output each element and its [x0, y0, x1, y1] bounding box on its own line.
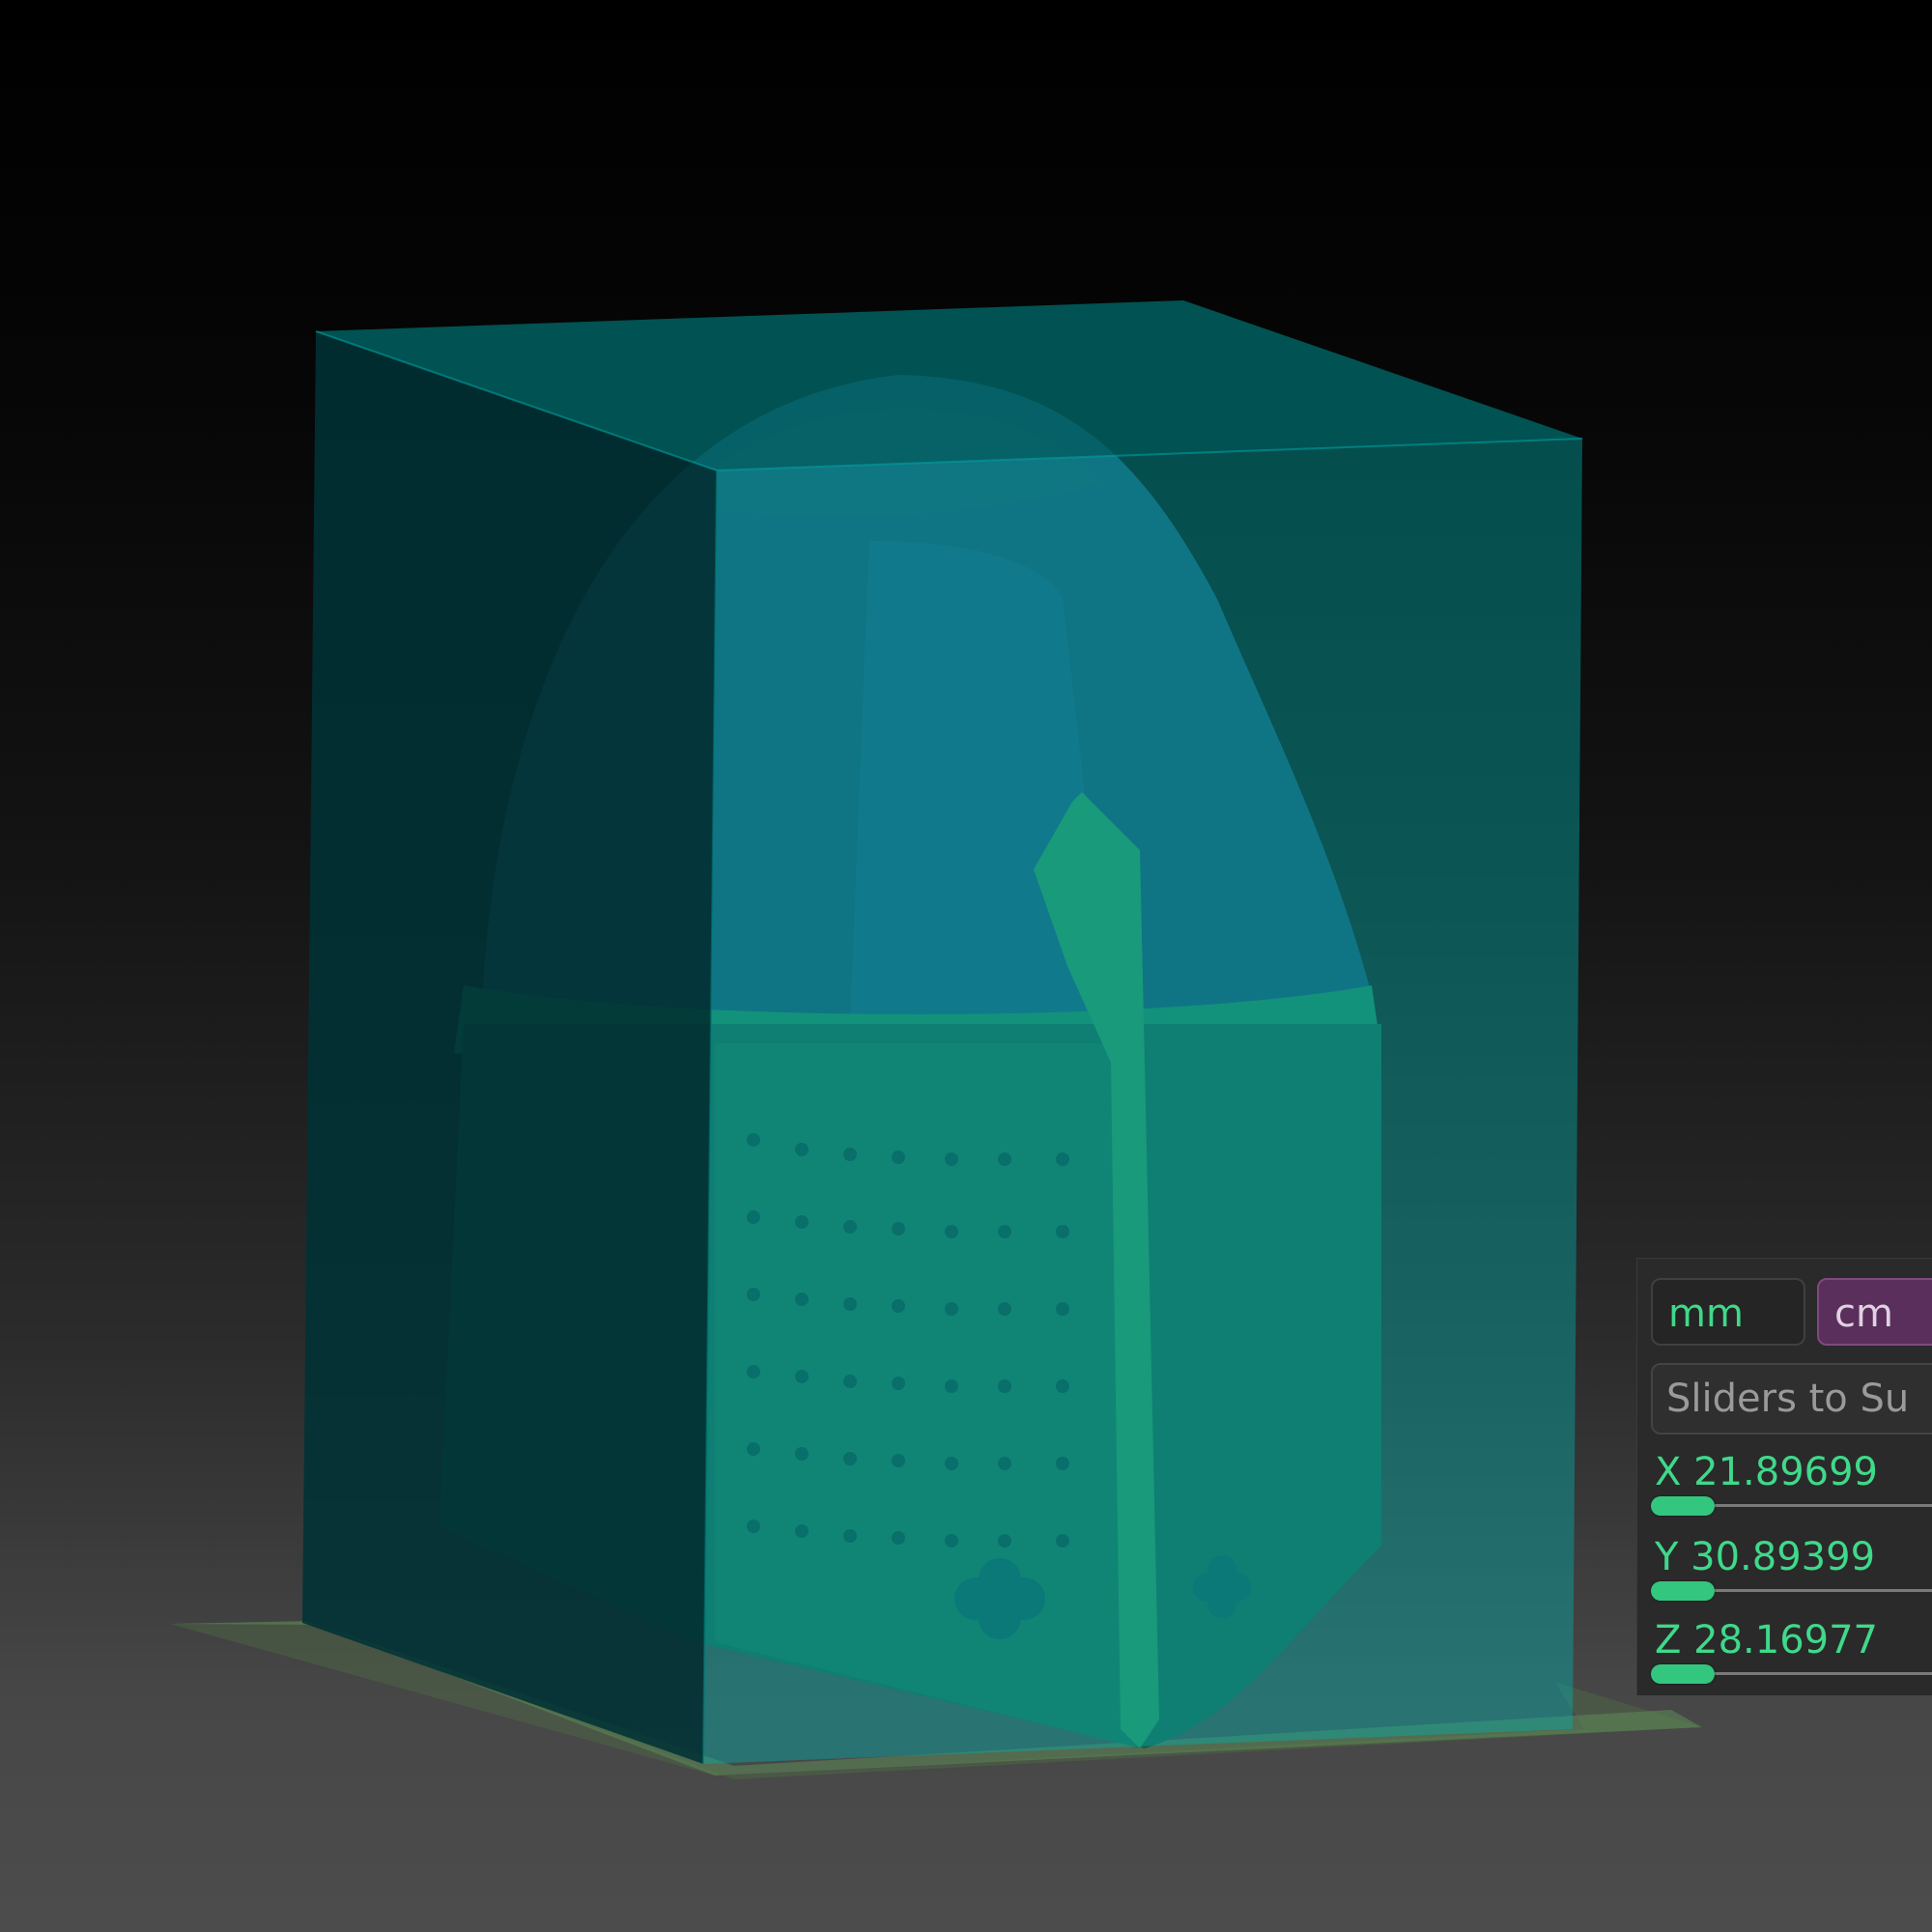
- y-size-label: Y 30.89399: [1655, 1535, 1876, 1579]
- cm-unit-button[interactable]: cm: [1817, 1278, 1932, 1346]
- x-size-value: 21.89699: [1693, 1450, 1878, 1494]
- y-slider-knob[interactable]: [1651, 1581, 1715, 1601]
- x-size-label: X 21.89699: [1655, 1450, 1878, 1494]
- y-size-slider[interactable]: Y 30.89399: [1651, 1533, 1932, 1610]
- y-size-value: 30.89399: [1690, 1535, 1876, 1579]
- bounding-box: [302, 300, 1583, 1765]
- mm-unit-button[interactable]: mm: [1651, 1278, 1805, 1346]
- z-slider-knob[interactable]: [1651, 1664, 1715, 1684]
- z-size-label: Z 28.16977: [1655, 1618, 1878, 1662]
- x-size-slider[interactable]: X 21.89699: [1651, 1448, 1932, 1525]
- z-size-value: 28.16977: [1693, 1618, 1878, 1662]
- z-size-slider[interactable]: Z 28.16977: [1651, 1616, 1932, 1693]
- sliders-to-subtool-button[interactable]: Sliders to Su: [1651, 1363, 1932, 1435]
- 3d-viewport[interactable]: mm cm Sliders to Su X 21.89699 Y 30.8939…: [0, 0, 1932, 1932]
- x-slider-knob[interactable]: [1651, 1496, 1715, 1516]
- unit-panel: mm cm Sliders to Su X 21.89699 Y 30.8939…: [1636, 1258, 1932, 1695]
